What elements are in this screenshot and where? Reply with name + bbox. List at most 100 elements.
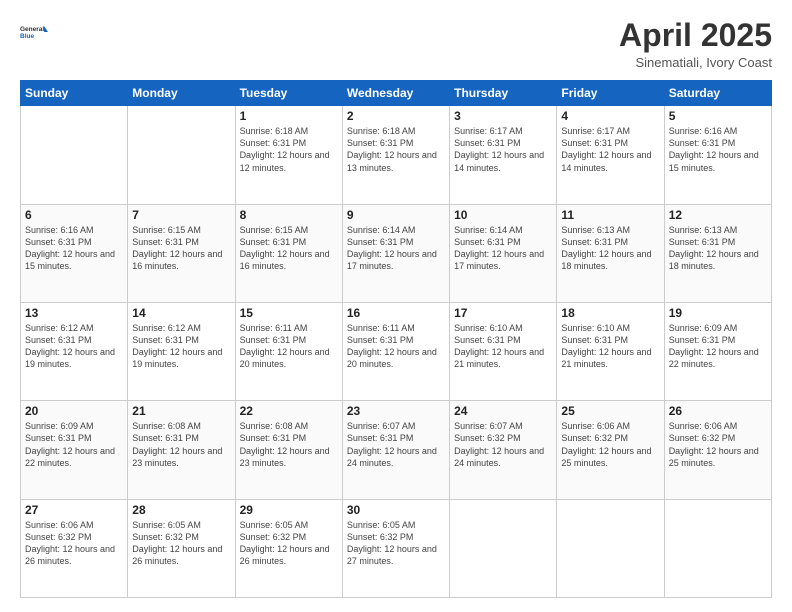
calendar-cell: 25 Sunrise: 6:06 AMSunset: 6:32 PMDayligh…	[557, 401, 664, 499]
weekday-header: Sunday	[21, 81, 128, 106]
calendar-cell: 26Sunrise: 6:06 AMSunset: 6:32 PMDayligh…	[664, 401, 771, 499]
calendar-cell: 28Sunrise: 6:05 AMSunset: 6:32 PMDayligh…	[128, 499, 235, 597]
day-info: Sunrise: 6:15 AMSunset: 6:31 PMDaylight:…	[240, 224, 338, 273]
calendar-cell	[21, 106, 128, 204]
day-info: Sunrise: 6:13 AMSunset: 6:31 PMDaylight:…	[561, 224, 659, 273]
calendar-cell: 23 Sunrise: 6:07 AMSunset: 6:31 PMDayligh…	[342, 401, 449, 499]
day-info: Sunrise: 6:12 AMSunset: 6:31 PMDaylight:…	[25, 322, 123, 371]
day-info: Sunrise: 6:05 AMSunset: 6:32 PMDaylight:…	[347, 519, 445, 568]
calendar-cell: 17 Sunrise: 6:10 AMSunset: 6:31 PMDayligh…	[450, 302, 557, 400]
day-info: Sunrise: 6:06 AMSunset: 6:32 PMDaylight:…	[25, 519, 123, 568]
calendar-cell	[450, 499, 557, 597]
day-number: 22	[240, 404, 338, 418]
day-number: 20	[25, 404, 123, 418]
day-info: Sunrise: 6:08 AMSunset: 6:31 PMDaylight:…	[240, 420, 338, 469]
month-title: April 2025	[619, 18, 772, 53]
logo-icon: GeneralBlue	[20, 18, 48, 46]
day-number: 5	[669, 109, 767, 123]
day-number: 9	[347, 208, 445, 222]
calendar-cell: 24 Sunrise: 6:07 AMSunset: 6:32 PMDayligh…	[450, 401, 557, 499]
calendar-cell: 30 Sunrise: 6:05 AMSunset: 6:32 PMDayligh…	[342, 499, 449, 597]
day-info: Sunrise: 6:09 AMSunset: 6:31 PMDaylight:…	[25, 420, 123, 469]
calendar-table: SundayMondayTuesdayWednesdayThursdayFrid…	[20, 80, 772, 598]
calendar-cell: 5 Sunrise: 6:16 AMSunset: 6:31 PMDaylight…	[664, 106, 771, 204]
calendar-cell: 19 Sunrise: 6:09 AMSunset: 6:31 PMDayligh…	[664, 302, 771, 400]
weekday-header: Friday	[557, 81, 664, 106]
location: Sinematiali, Ivory Coast	[619, 55, 772, 70]
header: GeneralBlue April 2025 Sinematiali, Ivor…	[20, 18, 772, 70]
day-number: 1	[240, 109, 338, 123]
day-number: 29	[240, 503, 338, 517]
day-info: Sunrise: 6:13 AMSunset: 6:31 PMDaylight:…	[669, 224, 767, 273]
calendar-week-row: 13 Sunrise: 6:12 AMSunset: 6:31 PMDayligh…	[21, 302, 772, 400]
calendar-week-row: 6 Sunrise: 6:16 AMSunset: 6:31 PMDaylight…	[21, 204, 772, 302]
day-info: Sunrise: 6:10 AMSunset: 6:31 PMDaylight:…	[561, 322, 659, 371]
day-info: Sunrise: 6:10 AMSunset: 6:31 PMDaylight:…	[454, 322, 552, 371]
weekday-header: Saturday	[664, 81, 771, 106]
calendar-cell	[128, 106, 235, 204]
logo: GeneralBlue	[20, 18, 48, 46]
weekday-header: Tuesday	[235, 81, 342, 106]
day-info: Sunrise: 6:11 AMSunset: 6:31 PMDaylight:…	[240, 322, 338, 371]
calendar-cell: 11 Sunrise: 6:13 AMSunset: 6:31 PMDayligh…	[557, 204, 664, 302]
svg-text:General: General	[20, 26, 44, 33]
calendar-cell	[664, 499, 771, 597]
day-number: 12	[669, 208, 767, 222]
day-number: 19	[669, 306, 767, 320]
day-number: 17	[454, 306, 552, 320]
calendar-cell: 1Sunrise: 6:18 AMSunset: 6:31 PMDaylight…	[235, 106, 342, 204]
calendar-cell: 10 Sunrise: 6:14 AMSunset: 6:31 PMDayligh…	[450, 204, 557, 302]
calendar-cell: 15 Sunrise: 6:11 AMSunset: 6:31 PMDayligh…	[235, 302, 342, 400]
day-info: Sunrise: 6:16 AMSunset: 6:31 PMDaylight:…	[25, 224, 123, 273]
day-number: 25	[561, 404, 659, 418]
day-number: 16	[347, 306, 445, 320]
calendar-cell: 3 Sunrise: 6:17 AMSunset: 6:31 PMDaylight…	[450, 106, 557, 204]
day-info: Sunrise: 6:07 AMSunset: 6:32 PMDaylight:…	[454, 420, 552, 469]
calendar-cell: 2Sunrise: 6:18 AMSunset: 6:31 PMDaylight…	[342, 106, 449, 204]
calendar-cell: 18Sunrise: 6:10 AMSunset: 6:31 PMDayligh…	[557, 302, 664, 400]
svg-text:Blue: Blue	[20, 33, 34, 40]
calendar-cell: 20 Sunrise: 6:09 AMSunset: 6:31 PMDayligh…	[21, 401, 128, 499]
calendar-cell	[557, 499, 664, 597]
day-info: Sunrise: 6:07 AMSunset: 6:31 PMDaylight:…	[347, 420, 445, 469]
day-info: Sunrise: 6:08 AMSunset: 6:31 PMDaylight:…	[132, 420, 230, 469]
day-number: 24	[454, 404, 552, 418]
calendar-cell: 9Sunrise: 6:14 AMSunset: 6:31 PMDaylight…	[342, 204, 449, 302]
weekday-header: Wednesday	[342, 81, 449, 106]
calendar-cell: 12 Sunrise: 6:13 AMSunset: 6:31 PMDayligh…	[664, 204, 771, 302]
calendar-cell: 16 Sunrise: 6:11 AMSunset: 6:31 PMDayligh…	[342, 302, 449, 400]
day-info: Sunrise: 6:16 AMSunset: 6:31 PMDaylight:…	[669, 125, 767, 174]
day-info: Sunrise: 6:06 AMSunset: 6:32 PMDaylight:…	[669, 420, 767, 469]
calendar-week-row: 27 Sunrise: 6:06 AMSunset: 6:32 PMDayligh…	[21, 499, 772, 597]
day-number: 13	[25, 306, 123, 320]
day-number: 30	[347, 503, 445, 517]
title-block: April 2025 Sinematiali, Ivory Coast	[619, 18, 772, 70]
day-number: 27	[25, 503, 123, 517]
day-info: Sunrise: 6:11 AMSunset: 6:31 PMDaylight:…	[347, 322, 445, 371]
calendar-week-row: 1 Sunrise: 6:18 AMSunset: 6:31 PMDaylight…	[21, 106, 772, 204]
calendar-cell: 8Sunrise: 6:15 AMSunset: 6:31 PMDaylight…	[235, 204, 342, 302]
calendar-cell: 4 Sunrise: 6:17 AMSunset: 6:31 PMDaylight…	[557, 106, 664, 204]
day-info: Sunrise: 6:18 AMSunset: 6:31 PMDaylight:…	[347, 125, 445, 174]
calendar-cell: 7Sunrise: 6:15 AMSunset: 6:31 PMDaylight…	[128, 204, 235, 302]
day-info: Sunrise: 6:06 AMSunset: 6:32 PMDaylight:…	[561, 420, 659, 469]
day-number: 4	[561, 109, 659, 123]
day-info: Sunrise: 6:17 AMSunset: 6:31 PMDaylight:…	[561, 125, 659, 174]
calendar-cell: 6 Sunrise: 6:16 AMSunset: 6:31 PMDaylight…	[21, 204, 128, 302]
day-info: Sunrise: 6:14 AMSunset: 6:31 PMDaylight:…	[454, 224, 552, 273]
day-info: Sunrise: 6:12 AMSunset: 6:31 PMDaylight:…	[132, 322, 230, 371]
day-info: Sunrise: 6:09 AMSunset: 6:31 PMDaylight:…	[669, 322, 767, 371]
day-number: 14	[132, 306, 230, 320]
calendar-cell: 22 Sunrise: 6:08 AMSunset: 6:31 PMDayligh…	[235, 401, 342, 499]
day-number: 15	[240, 306, 338, 320]
day-number: 6	[25, 208, 123, 222]
page: GeneralBlue April 2025 Sinematiali, Ivor…	[0, 0, 792, 612]
day-number: 10	[454, 208, 552, 222]
day-info: Sunrise: 6:17 AMSunset: 6:31 PMDaylight:…	[454, 125, 552, 174]
calendar-cell: 27 Sunrise: 6:06 AMSunset: 6:32 PMDayligh…	[21, 499, 128, 597]
day-number: 23	[347, 404, 445, 418]
day-number: 11	[561, 208, 659, 222]
day-number: 7	[132, 208, 230, 222]
day-number: 3	[454, 109, 552, 123]
calendar-cell: 21Sunrise: 6:08 AMSunset: 6:31 PMDayligh…	[128, 401, 235, 499]
